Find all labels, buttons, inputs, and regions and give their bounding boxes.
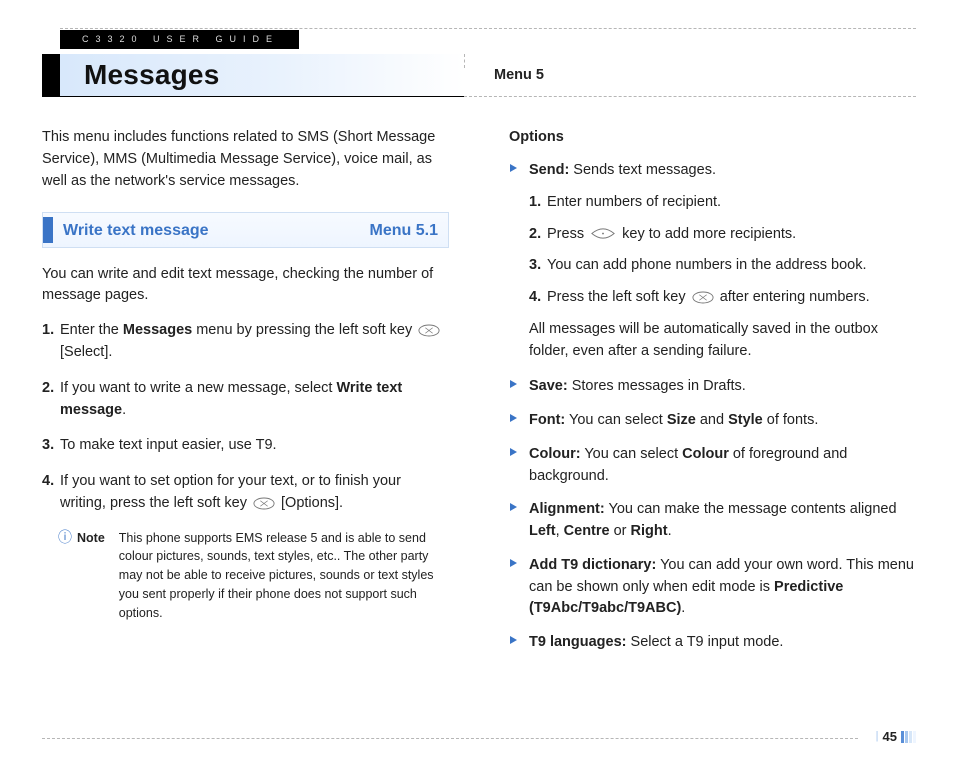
text: To make text input easier, use T9. <box>60 437 277 453</box>
bullet-arrow-icon <box>509 413 519 423</box>
intro-paragraph: This menu includes functions related to … <box>42 127 449 192</box>
soft-key-icon <box>253 497 275 510</box>
section-accent <box>43 217 53 243</box>
text: key to add more recipients. <box>622 226 796 242</box>
section-menu-ref: Menu 5.1 <box>370 219 438 242</box>
section-heading: Write text message Menu 5.1 <box>42 212 449 248</box>
bold: Size <box>667 412 696 428</box>
text: . <box>668 523 672 539</box>
option-t9-languages: T9 languages: Select a T9 input mode. <box>509 632 916 654</box>
option-label: Alignment: <box>529 501 605 517</box>
text: , <box>556 523 564 539</box>
info-icon: ⓘ <box>58 529 72 623</box>
step-1: 1. Enter the Messages menu by pressing t… <box>42 320 449 364</box>
text: Press the left soft key <box>547 289 690 305</box>
bold: Left <box>529 523 556 539</box>
text: [Select]. <box>60 344 112 360</box>
send-step-2: 2. Press key to add more recipients. <box>529 224 916 246</box>
bold: Style <box>728 412 763 428</box>
bold: Right <box>631 523 668 539</box>
send-step-4: 4. Press the left soft key after enterin… <box>529 287 916 309</box>
bullet-arrow-icon <box>509 635 519 645</box>
guide-label: C3320 USER GUIDE <box>60 30 299 49</box>
option-colour: Colour: You can select Colour of foregro… <box>509 444 916 488</box>
text: Enter numbers of recipient. <box>547 194 721 210</box>
nav-key-icon <box>590 227 616 240</box>
section-title: Write text message <box>63 219 370 242</box>
bullet-arrow-icon <box>509 379 519 389</box>
menu-ref: Menu 5 <box>464 65 544 86</box>
option-label: Colour: <box>529 446 581 462</box>
option-desc: Stores messages in Drafts. <box>568 378 746 394</box>
chapter-title: Messages <box>84 55 219 96</box>
bold: Messages <box>123 322 192 338</box>
send-step-1: 1.Enter numbers of recipient. <box>529 192 916 214</box>
bullet-arrow-icon <box>509 163 519 173</box>
bullet-arrow-icon <box>509 558 519 568</box>
send-tail: All messages will be automatically saved… <box>529 319 916 363</box>
send-step-3: 3.You can add phone numbers in the addre… <box>529 255 916 277</box>
text: Enter the <box>60 322 123 338</box>
note-block: ⓘ Note This phone supports EMS release 5… <box>42 529 449 623</box>
step-2: 2. If you want to write a new message, s… <box>42 378 449 422</box>
bullet-arrow-icon <box>509 502 519 512</box>
text: and <box>696 412 728 428</box>
note-label: Note <box>77 529 105 623</box>
text: If you want to write a new message, sele… <box>60 380 336 396</box>
option-send: Send: Sends text messages. 1.Enter numbe… <box>509 160 916 362</box>
page-number-divider-icon: | <box>876 729 878 745</box>
text: of fonts. <box>763 412 819 428</box>
text: You can select <box>565 412 667 428</box>
option-t9-dictionary: Add T9 dictionary: You can add your own … <box>509 555 916 620</box>
option-label: Font: <box>529 412 565 428</box>
page-footer: | 45 <box>42 726 916 750</box>
chapter-title-bar: Messages <box>60 54 464 97</box>
step-4: 4. If you want to set option for your te… <box>42 471 449 515</box>
option-label: T9 languages: <box>529 634 627 650</box>
text: If you want to set option for your text,… <box>60 473 401 511</box>
step-3: 3. To make text input easier, use T9. <box>42 435 449 457</box>
text: menu by pressing the left soft key <box>192 322 416 338</box>
page-number-deco-icon <box>901 731 916 743</box>
text: Press <box>547 226 588 242</box>
bullet-arrow-icon <box>509 447 519 457</box>
text: You can make the message contents aligne… <box>605 501 897 517</box>
option-save: Save: Stores messages in Drafts. <box>509 376 916 398</box>
option-alignment: Alignment: You can make the message cont… <box>509 499 916 543</box>
chapter-tab <box>42 54 60 97</box>
text: or <box>610 523 631 539</box>
menu-ref-bar: Menu 5 <box>464 54 916 97</box>
bold: Colour <box>682 446 729 462</box>
text: . <box>122 402 126 418</box>
page-number: 45 <box>883 728 897 747</box>
text: [Options]. <box>281 495 343 511</box>
soft-key-icon <box>418 324 440 337</box>
text: . <box>681 600 685 616</box>
option-font: Font: You can select Size and Style of f… <box>509 410 916 432</box>
text: after entering numbers. <box>720 289 870 305</box>
option-label: Save: <box>529 378 568 394</box>
bold: Centre <box>564 523 610 539</box>
option-label: Add T9 dictionary: <box>529 557 656 573</box>
option-desc: Sends text messages. <box>569 162 716 178</box>
option-desc: Select a T9 input mode. <box>627 634 784 650</box>
section-lead: You can write and edit text message, che… <box>42 264 449 306</box>
option-label: Send: <box>529 162 569 178</box>
text: You can select <box>581 446 683 462</box>
soft-key-icon <box>692 291 714 304</box>
note-text: This phone supports EMS release 5 and is… <box>119 529 449 623</box>
options-heading: Options <box>509 127 916 148</box>
text: You can add phone numbers in the address… <box>547 257 867 273</box>
